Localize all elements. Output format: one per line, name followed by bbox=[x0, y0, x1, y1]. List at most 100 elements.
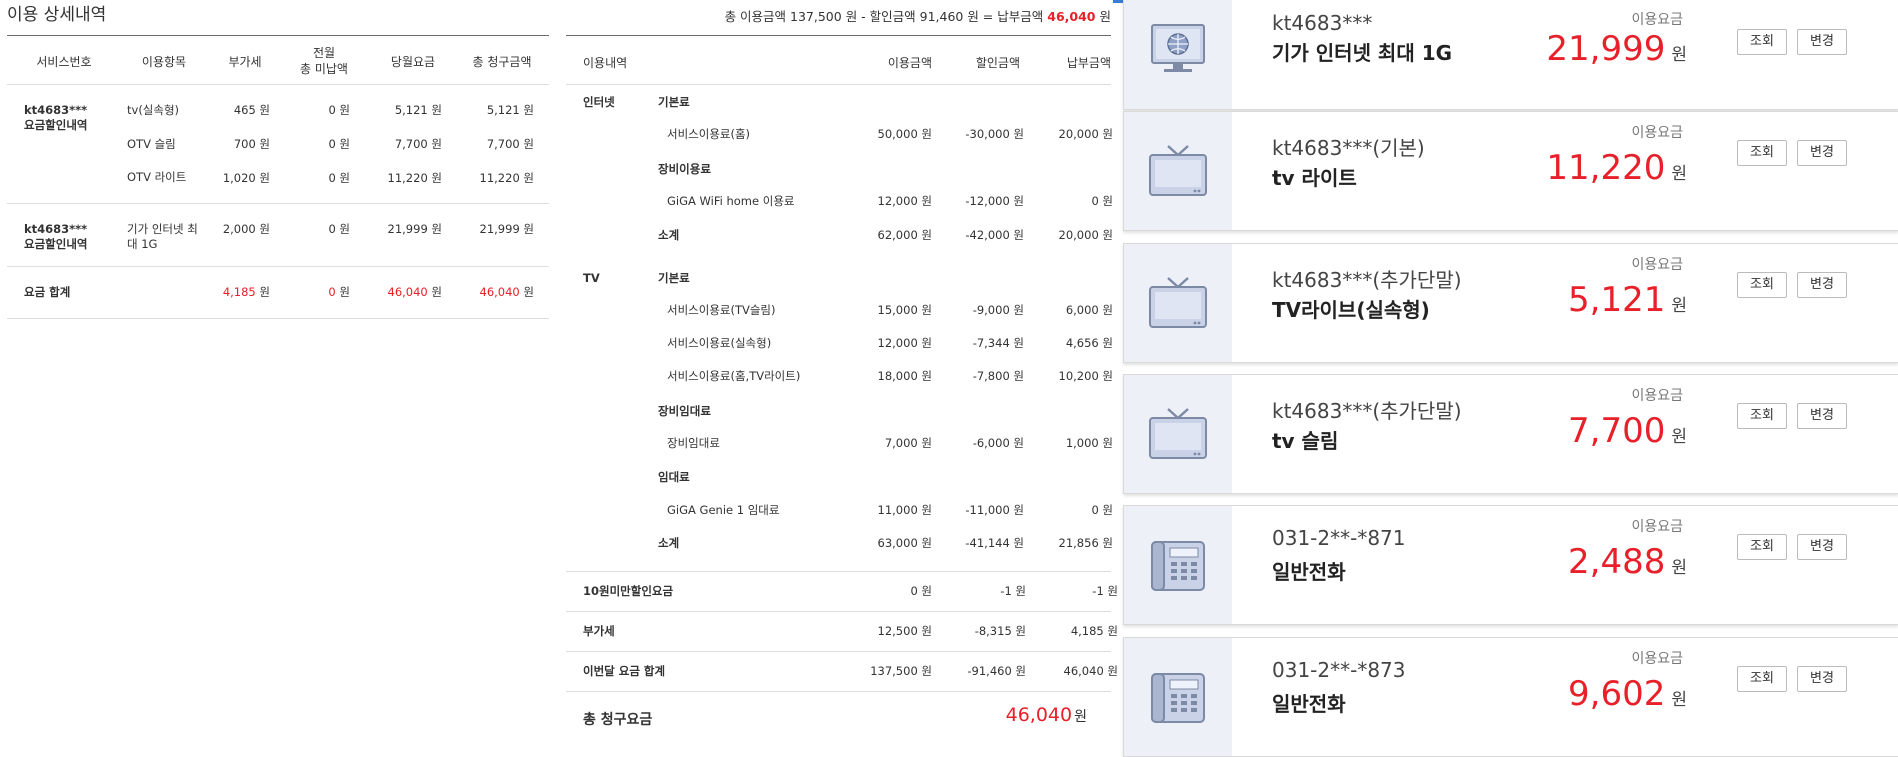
row-divider bbox=[566, 691, 1111, 692]
unpaid-value: 0 원 bbox=[328, 171, 350, 185]
view-button[interactable]: 조회 bbox=[1737, 403, 1787, 429]
discount-amount: -1 원 bbox=[1000, 584, 1026, 598]
sum-total-number: 46,040 bbox=[479, 285, 520, 299]
change-button[interactable]: 변경 bbox=[1797, 140, 1847, 166]
row-label: 서비스이용료(홈,TV라이트) bbox=[667, 369, 801, 383]
unit-label: 원 bbox=[339, 285, 350, 299]
row-label: 서비스이용료(TV슬림) bbox=[667, 303, 776, 317]
row-label: 소계 bbox=[658, 228, 680, 242]
tv-icon bbox=[1146, 274, 1210, 338]
change-button[interactable]: 변경 bbox=[1797, 272, 1847, 298]
usage-amount: 15,000 원 bbox=[877, 303, 932, 317]
fee-amount: 2,488 원 bbox=[1568, 542, 1687, 582]
fee-label: 이용요금 bbox=[1631, 12, 1683, 28]
service-card: kt4683***(추가단말) TV라이브(실속형) 이용요금 5,121 원 조회 변경 bbox=[1123, 243, 1898, 363]
discount-amount: -42,000 원 bbox=[965, 228, 1024, 242]
unpaid-value: 0 원 bbox=[328, 103, 350, 117]
month-fee-value: 5,121 원 bbox=[394, 103, 442, 117]
view-button[interactable]: 조회 bbox=[1737, 140, 1787, 166]
fee-number: 11,220 bbox=[1546, 148, 1666, 188]
payment-amount: 0 원 bbox=[1091, 194, 1113, 208]
row-divider bbox=[566, 571, 1111, 572]
col-header-usage-amount: 이용금액 bbox=[887, 56, 932, 70]
view-button[interactable]: 조회 bbox=[1737, 272, 1787, 298]
discount-detail-label: 요금할인내역 bbox=[24, 118, 88, 132]
discount-amount: -6,000 원 bbox=[972, 436, 1024, 450]
fee-amount: 5,121 원 bbox=[1568, 280, 1687, 320]
grand-total-number: 46,040 bbox=[1005, 704, 1073, 726]
discount-amount: -7,344 원 bbox=[972, 336, 1024, 350]
payment-amount: 0 원 bbox=[1091, 503, 1113, 517]
total-row-label: 10원미만할인요금 bbox=[583, 584, 674, 598]
table-top-border bbox=[566, 35, 1111, 36]
unit-label: 원 bbox=[1671, 427, 1687, 447]
month-fee-value: 11,220 원 bbox=[387, 171, 442, 185]
discount-amount: -41,144 원 bbox=[965, 536, 1024, 550]
usage-detail-title: 이용 상세내역 bbox=[7, 5, 107, 25]
fee-number: 2,488 bbox=[1568, 542, 1666, 582]
section-internet: 인터넷 bbox=[583, 95, 615, 109]
usage-item: tv(실속형) bbox=[127, 103, 180, 117]
change-button[interactable]: 변경 bbox=[1797, 29, 1847, 55]
table-header-border bbox=[7, 84, 549, 85]
row-divider bbox=[7, 318, 549, 319]
unpaid-value: 0 원 bbox=[328, 137, 350, 151]
usage-amount: 12,500 원 bbox=[877, 624, 932, 638]
vat-value: 465 원 bbox=[233, 103, 270, 117]
usage-item-line2: 대 1G bbox=[127, 237, 158, 251]
row-label: GiGA WiFi home 이용료 bbox=[667, 194, 795, 208]
change-button[interactable]: 변경 bbox=[1797, 534, 1847, 560]
total-row-label: 부가세 bbox=[583, 624, 615, 638]
service-number: kt4683***(추가단말) bbox=[1272, 399, 1462, 423]
row-label: 장비이용료 bbox=[658, 162, 711, 176]
grand-total-label: 총 청구요금 bbox=[583, 712, 653, 728]
sum-vat: 4,185 원 bbox=[205, 285, 270, 300]
unit-label: 원 bbox=[1671, 164, 1687, 184]
tv-icon bbox=[1146, 405, 1210, 469]
usage-amount: 50,000 원 bbox=[877, 127, 932, 141]
row-label: 서비스이용료(홈) bbox=[667, 127, 751, 141]
fee-label: 이용요금 bbox=[1631, 519, 1683, 535]
total-billed-value: 11,220 원 bbox=[479, 171, 534, 185]
fee-amount: 11,220 원 bbox=[1546, 148, 1687, 188]
payment-amount: 20,000 원 bbox=[1058, 228, 1113, 242]
discount-amount: -7,800 원 bbox=[972, 369, 1024, 383]
fee-label: 이용요금 bbox=[1631, 651, 1683, 667]
product-name: 일반전화 bbox=[1272, 692, 1346, 716]
change-button[interactable]: 변경 bbox=[1797, 403, 1847, 429]
subscribed-services-panel: kt4683*** 기가 인터넷 최대 1G 이용요금 21,999 원 조회 변경 kt46… bbox=[1113, 0, 1898, 757]
usage-item: OTV 슬림 bbox=[127, 137, 176, 151]
view-button[interactable]: 조회 bbox=[1737, 29, 1787, 55]
unit-label: 원 bbox=[1074, 709, 1087, 725]
row-label: 소계 bbox=[658, 536, 680, 550]
row-divider bbox=[7, 266, 549, 267]
fee-label: 이용요금 bbox=[1631, 125, 1683, 141]
view-button[interactable]: 조회 bbox=[1737, 666, 1787, 692]
unit-label: 원 bbox=[523, 285, 534, 299]
section-tv: TV bbox=[583, 271, 600, 285]
payment-amount: 21,856 원 bbox=[1058, 536, 1113, 550]
view-button[interactable]: 조회 bbox=[1737, 534, 1787, 560]
row-label: GiGA Genie 1 임대료 bbox=[667, 503, 780, 517]
discount-amount: -11,000 원 bbox=[965, 503, 1024, 517]
sum-vat-number: 4,185 bbox=[222, 285, 256, 299]
month-fee-value: 21,999 원 bbox=[387, 222, 442, 236]
table-top-border bbox=[7, 35, 549, 36]
sum-label: 요금 합계 bbox=[24, 285, 71, 299]
col-header-this-month: 당월요금 bbox=[390, 55, 436, 69]
payment-amount: 20,000 원 bbox=[1058, 127, 1113, 141]
service-number: kt4683***(추가단말) bbox=[1272, 268, 1462, 292]
col-header-vat: 부가세 bbox=[228, 55, 262, 69]
usage-amount: 62,000 원 bbox=[877, 228, 932, 242]
fee-number: 5,121 bbox=[1568, 280, 1666, 320]
usage-item: OTV 라이트 bbox=[127, 170, 187, 184]
vat-value: 2,000 원 bbox=[222, 222, 270, 236]
service-card: kt4683*** 기가 인터넷 최대 1G 이용요금 21,999 원 조회 변경 bbox=[1123, 0, 1898, 110]
change-button[interactable]: 변경 bbox=[1797, 666, 1847, 692]
vat-value: 700 원 bbox=[233, 137, 270, 151]
grand-total-value: 46,040 원 bbox=[1006, 704, 1087, 726]
col-header-service-number: 서비스번호 bbox=[36, 55, 92, 69]
fee-amount: 7,700 원 bbox=[1568, 411, 1687, 451]
usage-amount: 18,000 원 bbox=[877, 369, 932, 383]
product-name: tv 라이트 bbox=[1272, 166, 1357, 190]
